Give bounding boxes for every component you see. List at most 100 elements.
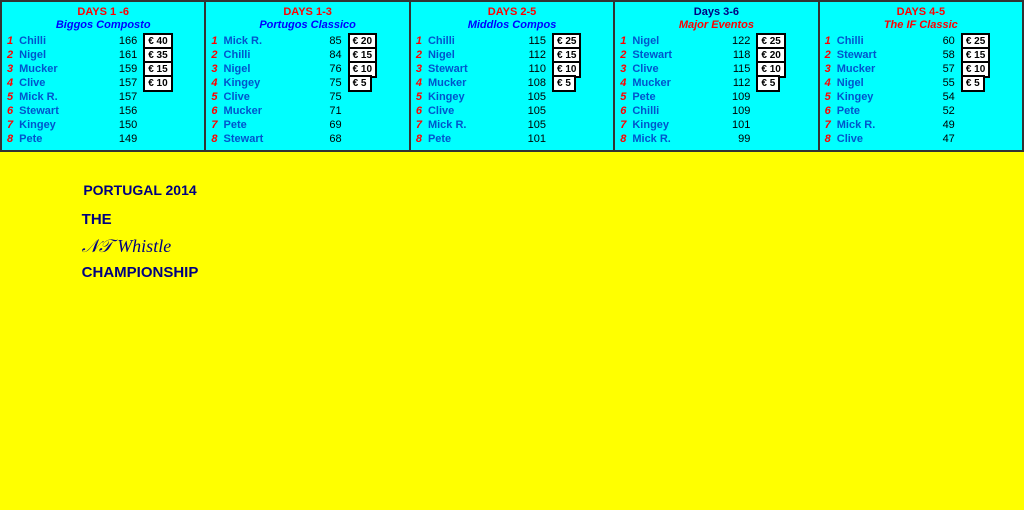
score-value: 105 [505,90,549,104]
player-name: Kingey [834,90,914,104]
prize-box: € 5 [552,75,576,92]
player-name: Mucker [425,76,505,90]
score-value: 159 [96,62,140,76]
score-table-0: 1Chilli166€ 402Nigel161€ 353Mucker159€ 1… [4,34,202,146]
row-number: 6 [617,104,629,118]
block-subtitle-3: Major Eventos [617,19,815,31]
table-row: 7Kingey150 [4,118,202,132]
player-name: Chilli [629,104,709,118]
table-row: 4Mucker108€ 5 [413,76,611,90]
score-value: 157 [96,90,140,104]
title-nt: 𝒩𝒯 Whistle [82,232,199,261]
player-name: Nigel [629,34,709,48]
score-value: 54 [914,90,958,104]
table-row: 6Clive105 [413,104,611,118]
row-number: 4 [4,76,16,90]
player-name: Stewart [16,104,96,118]
score-value: 115 [710,62,754,76]
score-value: 149 [96,132,140,146]
score-value: 101 [505,132,549,146]
player-name: Pete [834,104,914,118]
row-number: 7 [208,118,220,132]
score-value: 108 [505,76,549,90]
row-number: 2 [822,48,834,62]
player-name: Nigel [834,76,914,90]
table-row: 3Stewart110€ 10 [413,62,611,76]
top-block-1: DAYS 1-3Portugos Classico1Mick R.85€ 202… [206,2,410,150]
score-value: 161 [96,48,140,62]
score-value: 75 [301,90,345,104]
player-name: Pete [16,132,96,146]
row-number: 3 [617,62,629,76]
row-number: 6 [822,104,834,118]
score-value: 84 [301,48,345,62]
table-row: 1Chilli166€ 40 [4,34,202,48]
score-value: 99 [710,132,754,146]
title-the: THE [82,208,199,232]
table-row: 2Nigel161€ 35 [4,48,202,62]
score-value: 166 [96,34,140,48]
score-value: 105 [505,118,549,132]
player-name: Nigel [425,48,505,62]
top-block-4: DAYS 4-5The IF Classic1Chilli60€ 252Stew… [820,2,1022,150]
table-row: 6Pete52 [822,104,1020,118]
score-value: 58 [914,48,958,62]
table-row: 5Kingey54 [822,90,1020,104]
row-number: 6 [208,104,220,118]
row-number: 1 [413,34,425,48]
score-value: 57 [914,62,958,76]
row-number: 1 [208,34,220,48]
table-row: 2Stewart58€ 15 [822,48,1020,62]
row-number: 7 [822,118,834,132]
row-number: 6 [413,104,425,118]
player-name: Stewart [629,48,709,62]
score-value: 110 [505,62,549,76]
top-block-2: DAYS 2-5Middlos Compos1Chilli115€ 252Nig… [411,2,615,150]
table-row: 6Mucker71 [208,104,406,118]
score-value: 85 [301,34,345,48]
table-row: 8Mick R.99 [617,132,815,146]
player-name: Mick R. [221,34,301,48]
table-row: 1Chilli60€ 25 [822,34,1020,48]
table-row: 8Pete101 [413,132,611,146]
bottom-section: PORTUGAL 2014 THE 𝒩𝒯 Whistle CHAMPIONSHI… [0,152,1024,315]
row-number: 4 [208,76,220,90]
player-name: Mucker [221,104,301,118]
score-value: 115 [505,34,549,48]
table-row: 5Mick R.157 [4,90,202,104]
row-number: 8 [617,132,629,146]
row-number: 2 [208,48,220,62]
player-name: Kingey [221,76,301,90]
player-name: Chilli [834,34,914,48]
player-name: Mucker [629,76,709,90]
row-number: 1 [617,34,629,48]
block-subtitle-4: The IF Classic [822,19,1020,31]
row-number: 3 [822,62,834,76]
score-table-1: 1Mick R.85€ 202Chilli84€ 153Nigel76€ 104… [208,34,406,146]
table-row: 1Nigel122€ 25 [617,34,815,48]
player-name: Pete [425,132,505,146]
row-number: 2 [617,48,629,62]
score-value: 157 [96,76,140,90]
block-subtitle-0: Biggos Composto [4,19,202,31]
player-name: Clive [834,132,914,146]
row-number: 5 [4,90,16,104]
player-name: Clive [629,62,709,76]
player-name: Kingey [16,118,96,132]
row-number: 2 [4,48,16,62]
score-value: 47 [914,132,958,146]
title-portugal: PORTUGAL 2014 [83,182,196,198]
player-name: Mick R. [16,90,96,104]
player-name: Mick R. [834,118,914,132]
score-value: 55 [914,76,958,90]
player-name: Kingey [425,90,505,104]
table-row: 2Chilli84€ 15 [208,48,406,62]
row-number: 3 [208,62,220,76]
table-row: 2Nigel112€ 15 [413,48,611,62]
table-row: 5Pete109 [617,90,815,104]
table-row: 3Mucker57€ 10 [822,62,1020,76]
player-name: Nigel [221,62,301,76]
player-name: Stewart [221,132,301,146]
row-number: 5 [822,90,834,104]
player-name: Mick R. [425,118,505,132]
